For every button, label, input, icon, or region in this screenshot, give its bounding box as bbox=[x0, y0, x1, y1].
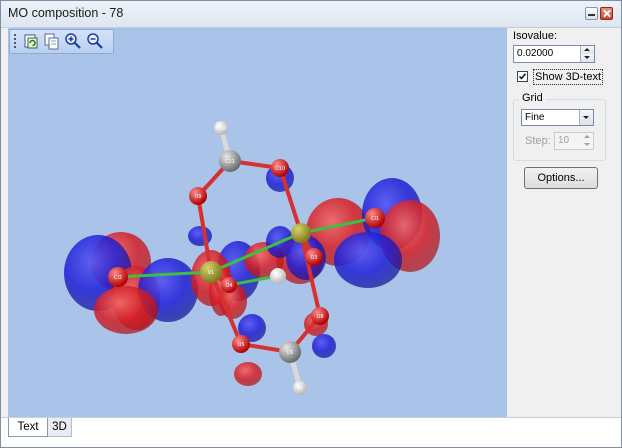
grid-group-title: Grid bbox=[519, 92, 546, 104]
zoom-in-icon[interactable] bbox=[64, 32, 82, 50]
copy-icon[interactable] bbox=[42, 32, 60, 50]
spin-down-icon[interactable] bbox=[581, 54, 594, 62]
grid-quality-value: Fine bbox=[525, 112, 545, 123]
window-title: MO composition - 78 bbox=[8, 6, 124, 20]
isovalue-spinbox[interactable]: 0.02000 bbox=[513, 45, 595, 63]
atom-label: O5 bbox=[237, 342, 244, 348]
atom-label: H bbox=[298, 386, 302, 392]
mo-composition-window: MO composition - 78 H10 C11 O10 O9 Cl2 V… bbox=[0, 0, 622, 448]
title-bar[interactable]: MO composition - 78 bbox=[1, 1, 621, 28]
grid-quality-select[interactable]: Fine bbox=[521, 109, 594, 126]
refresh-view-icon[interactable] bbox=[22, 32, 40, 50]
viewer-toolbar bbox=[9, 29, 114, 54]
atom-label: C6 bbox=[287, 350, 294, 356]
atom-v2 bbox=[291, 223, 311, 243]
tab-text[interactable]: Text bbox=[8, 418, 48, 437]
toolbar-grip[interactable] bbox=[14, 34, 16, 48]
atom-label: H7 bbox=[275, 274, 282, 280]
atom-label: Cl2 bbox=[114, 275, 122, 281]
isovalue-value[interactable]: 0.02000 bbox=[517, 48, 553, 59]
step-label: Step: bbox=[525, 135, 551, 147]
atom-label: V1 bbox=[208, 270, 215, 276]
show-3d-text-checkbox[interactable] bbox=[517, 71, 528, 82]
atom-label: H10 bbox=[216, 126, 226, 132]
step-down-icon bbox=[581, 141, 593, 149]
zoom-out-icon[interactable] bbox=[86, 32, 104, 50]
atom-label: Cl1 bbox=[371, 216, 379, 222]
atom-label: O9 bbox=[194, 194, 201, 200]
atom-label: C11 bbox=[225, 159, 235, 165]
atom-label: O3 bbox=[310, 255, 317, 261]
step-spinbox: 10 bbox=[554, 132, 594, 150]
step-value: 10 bbox=[558, 135, 570, 146]
molecule-render: H10 C11 O10 O9 Cl2 V1 O4 O3 H7 Cl1 O8 O5… bbox=[64, 121, 440, 395]
tab-3d[interactable]: 3D bbox=[48, 418, 72, 437]
minimize-icon[interactable] bbox=[585, 7, 598, 20]
settings-panel: Isovalue: 0.02000 Show 3D-text Grid Fine… bbox=[508, 28, 621, 417]
isovalue-label: Isovalue: bbox=[513, 30, 558, 42]
chevron-down-icon[interactable] bbox=[579, 110, 593, 125]
options-button[interactable]: Options... bbox=[524, 167, 598, 189]
orbital-lobes-left bbox=[64, 232, 198, 334]
atom-label: O4 bbox=[225, 283, 232, 289]
close-icon[interactable] bbox=[600, 7, 613, 20]
step-up-icon bbox=[581, 133, 593, 141]
atom-label: O10 bbox=[275, 166, 285, 172]
view-tab-bar: Text 3D bbox=[1, 417, 621, 447]
show-3d-text-label[interactable]: Show 3D-text bbox=[533, 69, 604, 85]
checkmark-icon bbox=[518, 73, 527, 80]
atom-label: O8 bbox=[316, 314, 323, 320]
3d-viewport[interactable]: H10 C11 O10 O9 Cl2 V1 O4 O3 H7 Cl1 O8 O5… bbox=[8, 28, 507, 417]
